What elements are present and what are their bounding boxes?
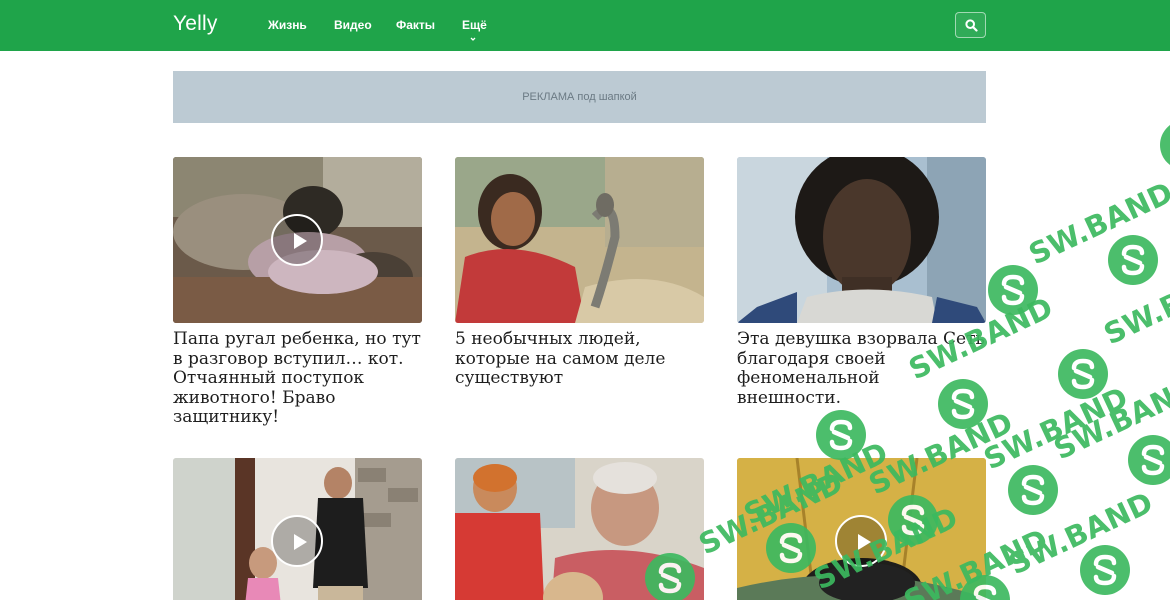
article-thumbnail[interactable] [173,157,422,323]
article-card[interactable]: 5 необычных людей, которые на самом деле… [455,157,704,397]
site-logo[interactable]: Yelly [173,12,218,36]
article-thumbnail[interactable] [737,157,986,323]
nav-item-video[interactable]: Видео [334,18,372,32]
article-title[interactable]: Эта девушка взорвала Сеть благодаря свое… [737,329,989,408]
svg-text:SW.BAND: SW.BAND [1004,485,1158,581]
svg-text:SW.BAND: SW.BAND [1049,370,1170,466]
nav-item-life[interactable]: Жизнь [268,18,307,32]
svg-text:SW.BAND: SW.BAND [1024,175,1170,271]
article-thumbnail[interactable] [455,458,704,600]
nav-item-more[interactable]: Ещё [462,18,487,32]
article-card[interactable]: Папа ругал ребенка, но тут в разговор вс… [173,157,422,432]
article-thumbnail[interactable] [173,458,422,600]
ad-label: РЕКЛАМА под шапкой [522,91,637,103]
article-card[interactable] [737,458,986,600]
thumbnail-image [737,157,986,323]
chevron-down-icon [470,37,476,41]
play-icon[interactable] [835,515,887,567]
play-icon[interactable] [271,515,323,567]
article-card[interactable] [173,458,422,600]
article-thumbnail[interactable] [455,157,704,323]
article-card[interactable] [455,458,704,600]
svg-text:SW.BAND: SW.BAND [1099,255,1170,351]
thumbnail-image [455,157,704,323]
article-card[interactable]: Эта девушка взорвала Сеть благодаря свое… [737,157,986,417]
thumbnail-image [455,458,704,600]
article-title[interactable]: 5 необычных людей, которые на самом деле… [455,329,707,389]
play-icon[interactable] [271,214,323,266]
top-navbar: Yelly Жизнь Видео Факты Ещё [0,0,1170,51]
search-icon [965,19,978,32]
nav-item-facts[interactable]: Факты [396,18,435,32]
article-title[interactable]: Папа ругал ребенка, но тут в разговор вс… [173,329,425,428]
svg-text:SW.BAND: SW.BAND [979,380,1133,476]
article-thumbnail[interactable] [737,458,986,600]
ad-banner[interactable]: РЕКЛАМА под шапкой [173,71,986,123]
search-button[interactable] [955,12,986,38]
